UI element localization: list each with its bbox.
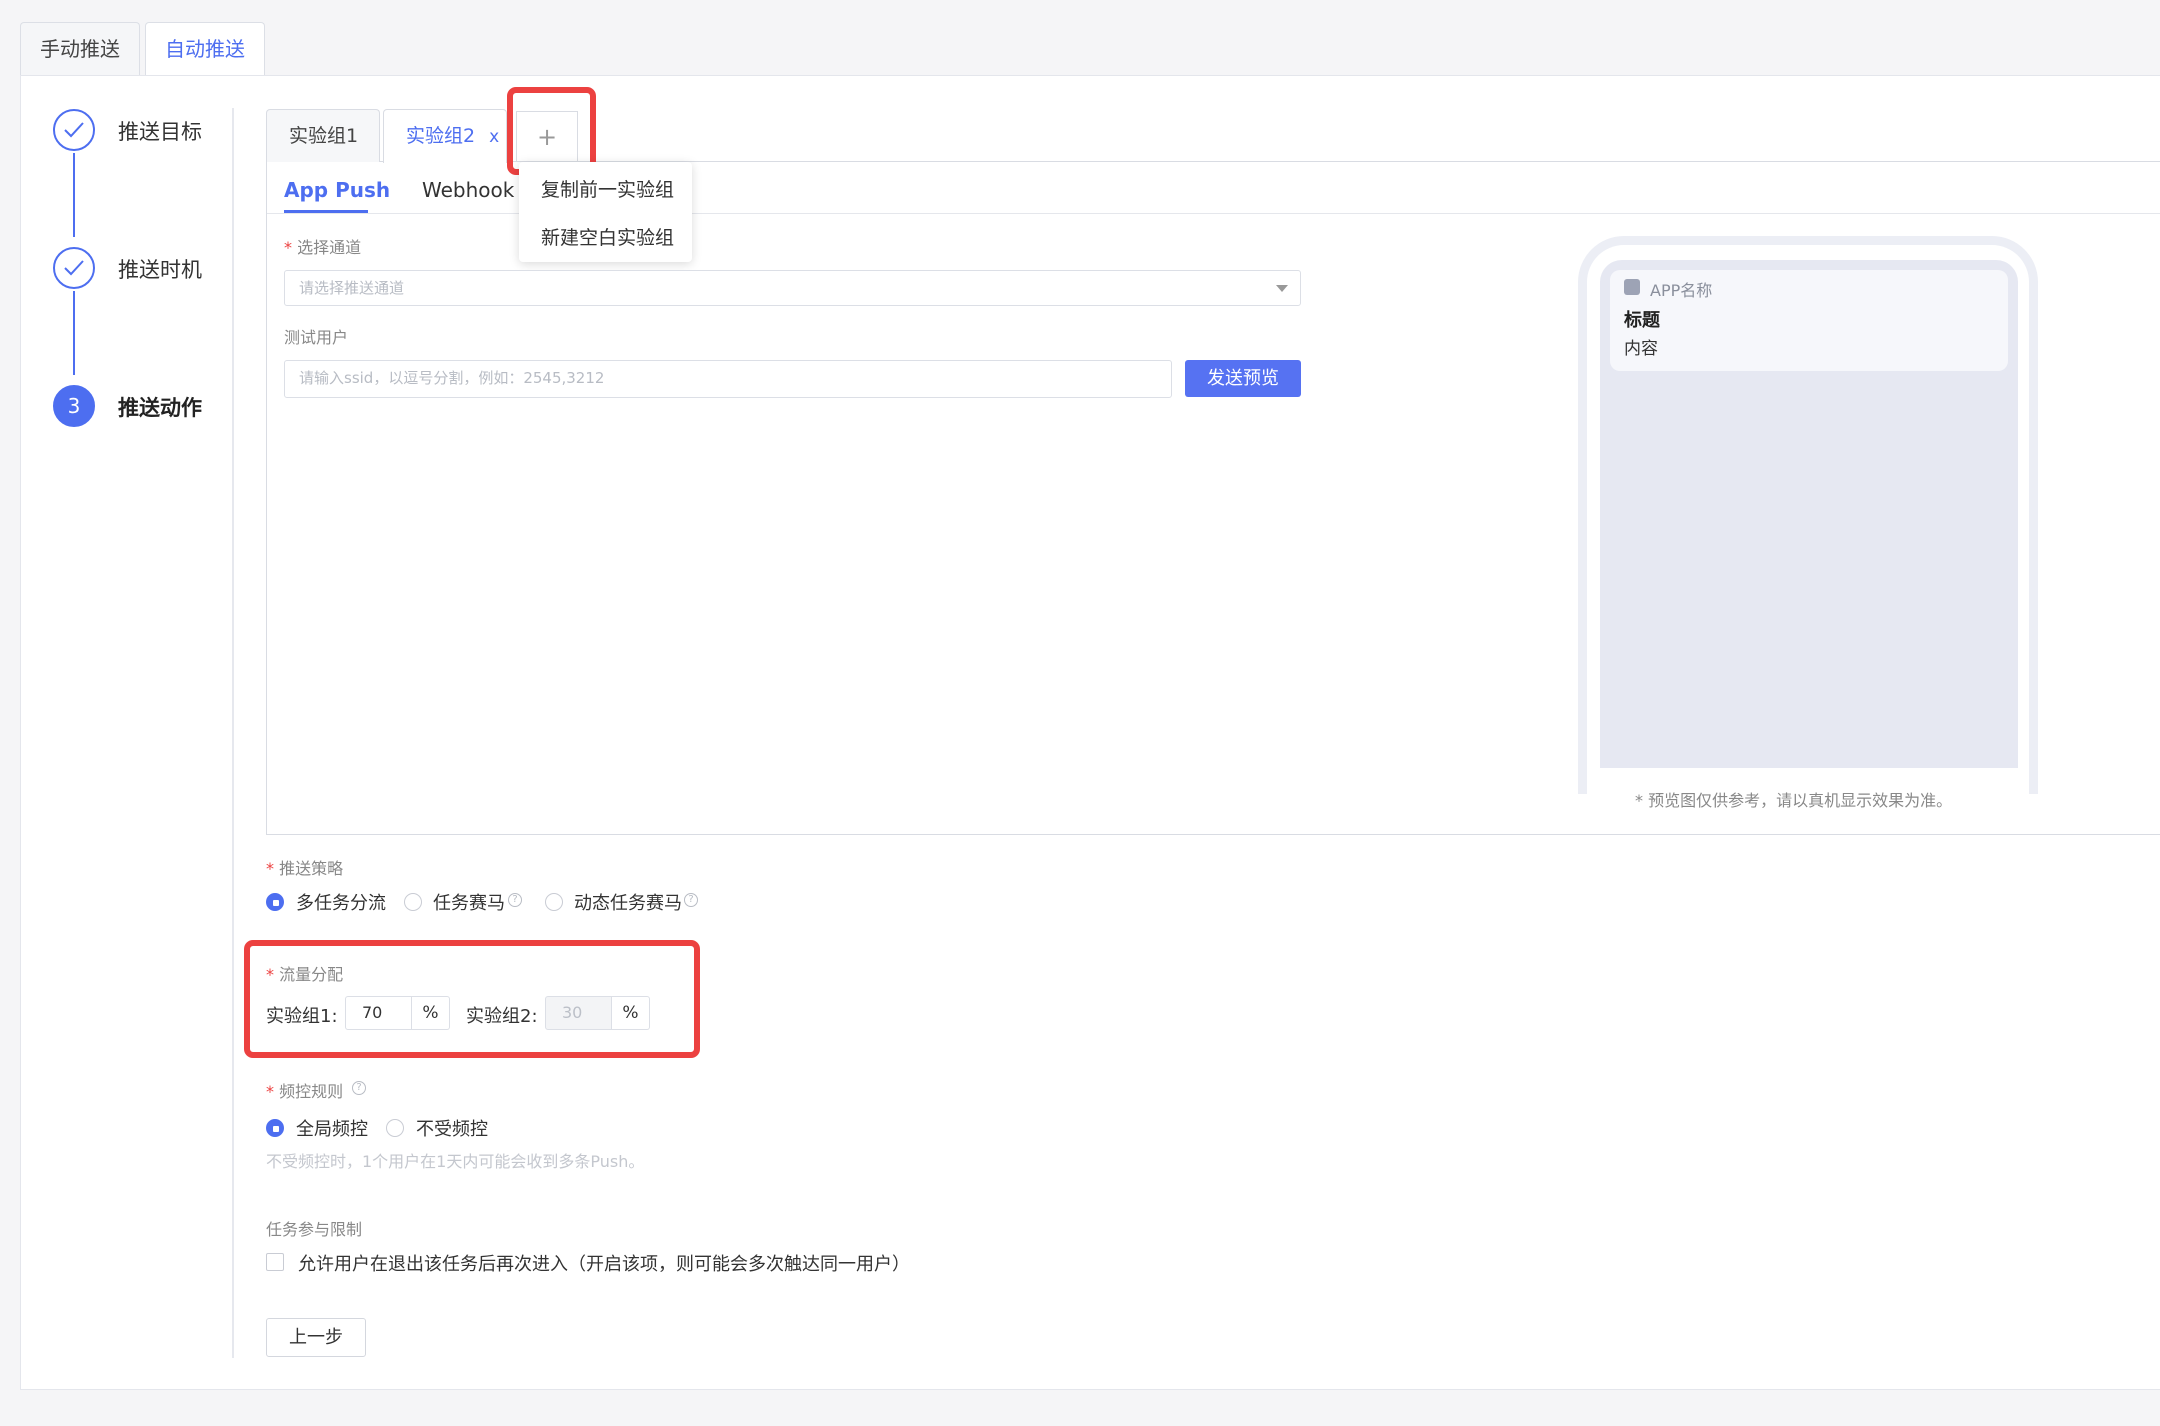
help-icon[interactable]: ? (684, 893, 698, 907)
traffic-label: * 流量分配 (266, 961, 343, 985)
reenter-checkbox-label[interactable]: 允许用户在退出该任务后再次进入（开启该项，则可能会多次触达同一用户） (298, 1250, 910, 1276)
tab-experiment-2[interactable]: 实验组2 x (383, 109, 507, 163)
test-user-label: 测试用户 (284, 328, 349, 347)
group1-percent-input[interactable]: 70 (345, 996, 412, 1030)
menu-item-new-blank[interactable]: 新建空白实验组 (541, 223, 674, 250)
radio-no-freq[interactable] (386, 1119, 404, 1137)
participation-label: 任务参与限制 (266, 1220, 363, 1239)
radio-global-freq[interactable] (266, 1119, 284, 1137)
frequency-label: * 频控规则 (266, 1078, 343, 1102)
app-icon (1624, 279, 1640, 295)
add-experiment-dropdown: 复制前一实验组 新建空白实验组 (519, 162, 692, 262)
step-label-timing: 推送时机 (118, 258, 202, 282)
send-preview-button[interactable]: 发送预览 (1185, 360, 1301, 397)
tab-experiment-1-label: 实验组1 (289, 125, 359, 147)
radio-task-race[interactable] (404, 893, 422, 911)
step-2-check-icon (53, 247, 95, 289)
group1-label: 实验组1: (266, 1006, 338, 1027)
radio-multi-task[interactable] (266, 893, 284, 911)
group2-percent-unit: % (612, 996, 650, 1030)
tab-experiment-1[interactable]: 实验组1 (266, 109, 380, 162)
chevron-down-icon (1276, 285, 1288, 292)
active-tab-indicator (284, 210, 368, 213)
frequency-option-global[interactable]: 全局频控 (296, 1115, 368, 1141)
radio-dynamic-race[interactable] (545, 893, 563, 911)
help-icon[interactable]: ? (352, 1081, 366, 1095)
menu-item-copy-previous[interactable]: 复制前一实验组 (541, 175, 674, 202)
preview-note: * 预览图仅供参考，请以真机显示效果为准。 (1635, 791, 1953, 810)
notif-app-name: APP名称 (1650, 281, 1713, 300)
tab-app-push[interactable]: App Push (284, 178, 390, 202)
required-mark: * (266, 1082, 274, 1101)
step-1-check-icon (53, 109, 95, 151)
group2-percent-input: 30 (545, 996, 612, 1030)
prev-step-button[interactable]: 上一步 (266, 1318, 366, 1357)
required-mark: * (266, 965, 274, 984)
strategy-option-multi-task[interactable]: 多任务分流 (296, 889, 386, 915)
channel-label-text: 选择通道 (297, 238, 362, 257)
frequency-option-none[interactable]: 不受频控 (416, 1115, 488, 1141)
notif-content: 内容 (1624, 339, 1658, 359)
step-connector (73, 153, 75, 237)
test-user-input[interactable]: 请输入ssid，以逗号分割，例如：2545,3212 (284, 360, 1172, 398)
reenter-checkbox[interactable] (266, 1253, 284, 1271)
group2-label: 实验组2: (466, 1006, 538, 1027)
strategy-option-dynamic-race[interactable]: 动态任务赛马 (574, 889, 682, 915)
test-user-placeholder: 请输入ssid，以逗号分割，例如：2545,3212 (299, 369, 605, 387)
traffic-label-text: 流量分配 (279, 965, 344, 984)
required-mark: * (284, 238, 292, 257)
frequency-hint: 不受频控时，1个用户在1天内可能会收到多条Push。 (266, 1152, 645, 1171)
tab-experiment-2-label: 实验组2 (406, 125, 476, 147)
channel-label: * 选择通道 (284, 234, 361, 258)
step-connector (73, 291, 75, 375)
channel-placeholder: 请选择推送通道 (299, 279, 405, 297)
close-icon[interactable]: x (489, 127, 499, 147)
steps-divider (232, 108, 234, 1358)
tab-manual-push[interactable]: 手动推送 (20, 22, 140, 75)
group1-percent-unit: % (412, 996, 450, 1030)
tab-auto-push[interactable]: 自动推送 (145, 22, 265, 76)
tab-webhook[interactable]: Webhook (422, 178, 514, 202)
strategy-label: * 推送策略 (266, 855, 343, 879)
strategy-label-text: 推送策略 (279, 859, 344, 878)
step-label-action: 推送动作 (118, 396, 202, 420)
frequency-label-text: 频控规则 (279, 1082, 344, 1101)
step-3-number: 3 (53, 385, 95, 427)
required-mark: * (266, 859, 274, 878)
step-label-target: 推送目标 (118, 120, 202, 144)
notif-title: 标题 (1624, 310, 1660, 331)
help-icon[interactable]: ? (508, 893, 522, 907)
channel-select[interactable]: 请选择推送通道 (284, 270, 1301, 306)
strategy-option-task-race[interactable]: 任务赛马 (433, 889, 505, 915)
